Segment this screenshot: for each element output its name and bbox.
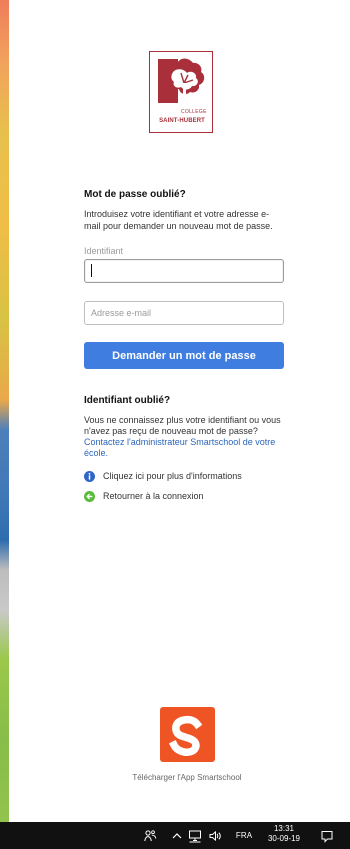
- return-login-link[interactable]: Retourner à la connexion: [84, 490, 296, 503]
- contact-administrator-link[interactable]: Contactez l'administrateur Smartschool d…: [84, 437, 296, 459]
- smartschool-password-recovery-screen: COLLEGE SAINT-HUBERT Mot de passe oublié…: [0, 0, 350, 849]
- more-information-label: Cliquez ici pour plus d'informations: [103, 471, 242, 481]
- taskbar-date: 30-09-19: [267, 834, 301, 843]
- logo-school-name: SAINT-HUBERT: [159, 118, 205, 124]
- logo-college-text: COLLEGE: [181, 109, 207, 115]
- more-information-link[interactable]: Cliquez ici pour plus d'informations: [84, 470, 296, 483]
- network-icon[interactable]: [187, 822, 203, 849]
- chevron-up-icon[interactable]: [170, 822, 184, 849]
- input-language-indicator[interactable]: FRA: [231, 822, 257, 849]
- taskbar-clock[interactable]: 13:31 30-09-19: [264, 822, 304, 849]
- volume-icon[interactable]: [206, 822, 224, 849]
- identifier-input[interactable]: [84, 259, 284, 283]
- page-title: Mot de passe oublié?: [84, 189, 186, 200]
- taskbar-time: 13:31: [273, 824, 295, 833]
- identifier-label: Identifiant: [84, 246, 124, 256]
- notification-icon[interactable]: [318, 822, 335, 849]
- tree-crest-icon: [158, 58, 205, 103]
- smartschool-app-download: Télécharger l'App Smartschool: [112, 707, 262, 783]
- forgot-identifier-description: Vous ne connaissez plus votre identifian…: [84, 415, 281, 436]
- email-field[interactable]: [84, 301, 284, 325]
- smartschool-s-icon[interactable]: [159, 707, 215, 762]
- download-app-link[interactable]: Télécharger l'App Smartschool: [112, 773, 262, 783]
- form-description: Introduisez votre identifiant et votre a…: [84, 209, 273, 231]
- request-password-button[interactable]: Demander un mot de passe: [84, 342, 284, 369]
- identifier-input-wrapper: [84, 259, 284, 283]
- windows-taskbar: FRA 13:31 30-09-19: [0, 822, 350, 849]
- text-caret: [91, 264, 92, 277]
- password-recovery-form: Mot de passe oublié? Introduisez votre i…: [84, 188, 296, 503]
- people-icon[interactable]: [141, 822, 159, 849]
- arrow-left-icon: [84, 491, 95, 502]
- info-icon: [84, 471, 95, 482]
- left-color-stripe: [0, 0, 9, 822]
- forgot-identifier-title: Identifiant oublié?: [84, 395, 171, 406]
- return-login-label: Retourner à la connexion: [103, 491, 204, 501]
- college-logo: COLLEGE SAINT-HUBERT: [149, 51, 213, 133]
